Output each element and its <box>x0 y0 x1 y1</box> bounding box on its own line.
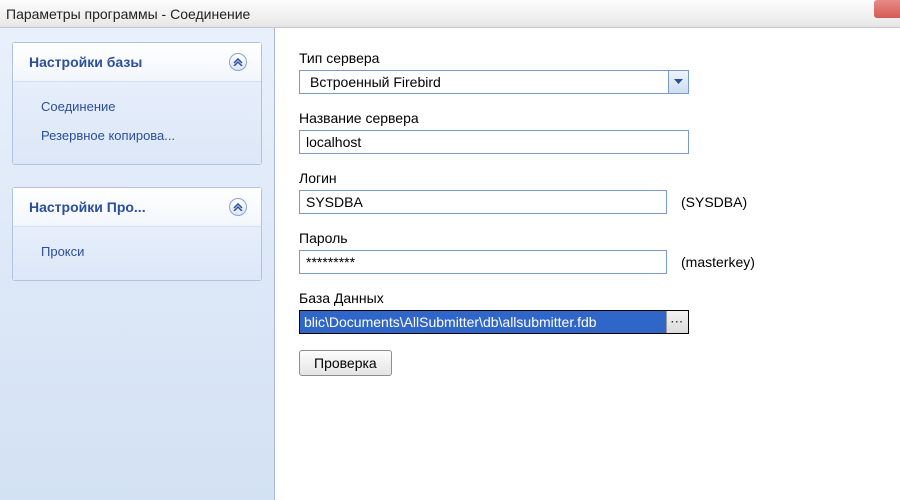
label-server-type: Тип сервера <box>299 50 892 66</box>
panel-pro-settings: Настройки Про... Прокси <box>12 187 262 281</box>
collapse-button[interactable] <box>229 53 247 71</box>
hint-password: (masterkey) <box>681 254 755 270</box>
field-login: Логин (SYSDBA) <box>299 170 892 214</box>
dropdown-arrow <box>668 71 688 93</box>
field-password: Пароль (masterkey) <box>299 230 892 274</box>
panel-title: Настройки Про... <box>29 199 146 215</box>
chevron-down-icon <box>674 79 683 85</box>
main-content: Тип сервера Встроенный Firebird Название… <box>275 28 900 500</box>
sidebar-item-connection[interactable]: Соединение <box>13 92 261 121</box>
label-password: Пароль <box>299 230 892 246</box>
label-login: Логин <box>299 170 892 186</box>
collapse-button[interactable] <box>229 198 247 216</box>
main-container: Настройки базы Соединение Резервное копи… <box>0 28 900 500</box>
panel-header-database[interactable]: Настройки базы <box>13 43 261 82</box>
panel-title: Настройки базы <box>29 54 142 70</box>
chevron-up-icon <box>233 58 243 66</box>
sidebar-item-backup[interactable]: Резервное копирова... <box>13 121 261 150</box>
window-titlebar: Параметры программы - Соединение <box>0 0 900 28</box>
panel-body: Прокси <box>13 227 261 280</box>
panel-header-pro[interactable]: Настройки Про... <box>13 188 261 227</box>
input-login[interactable] <box>299 190 667 214</box>
label-server-name: Название сервера <box>299 110 892 126</box>
sidebar: Настройки базы Соединение Резервное копи… <box>0 28 275 500</box>
select-server-type[interactable]: Встроенный Firebird <box>299 70 689 94</box>
field-actions: Проверка <box>299 350 892 376</box>
label-database: База Данных <box>299 290 892 306</box>
database-path-box: blic\Documents\AllSubmitter\db\allsubmit… <box>299 310 689 334</box>
sidebar-item-proxy[interactable]: Прокси <box>13 237 261 266</box>
chevron-up-icon <box>233 203 243 211</box>
field-database: База Данных blic\Documents\AllSubmitter\… <box>299 290 892 334</box>
field-server-name: Название сервера <box>299 110 892 154</box>
select-value: Встроенный Firebird <box>306 74 441 90</box>
hint-login: (SYSDBA) <box>681 194 747 210</box>
input-password[interactable] <box>299 250 667 274</box>
browse-button[interactable]: ··· <box>666 311 688 333</box>
check-button[interactable]: Проверка <box>299 350 392 376</box>
close-button-fragment[interactable] <box>874 0 900 18</box>
input-server-name[interactable] <box>299 130 689 154</box>
panel-database-settings: Настройки базы Соединение Резервное копи… <box>12 42 262 165</box>
panel-body: Соединение Резервное копирова... <box>13 82 261 164</box>
window-title: Параметры программы - Соединение <box>6 6 250 22</box>
input-database-path[interactable]: blic\Documents\AllSubmitter\db\allsubmit… <box>300 311 666 333</box>
field-server-type: Тип сервера Встроенный Firebird <box>299 50 892 94</box>
